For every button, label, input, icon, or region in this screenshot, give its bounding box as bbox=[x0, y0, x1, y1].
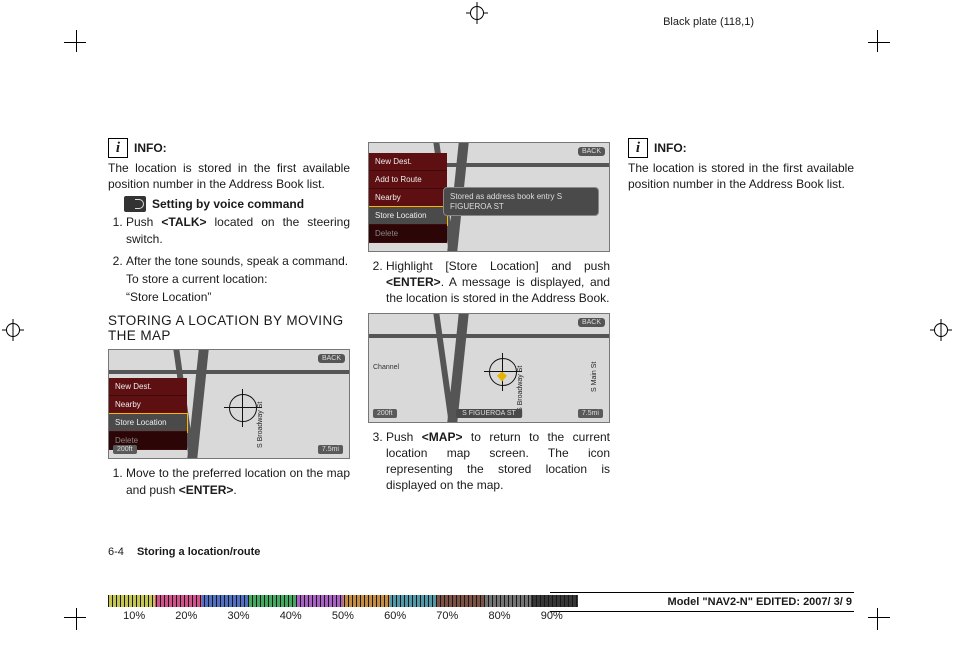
print-percent-ruler: 10% 20% 30% 40% 50% 60% 70% 80% 90% bbox=[108, 595, 578, 622]
map-distance: 7.5mi bbox=[578, 409, 603, 418]
nav-screenshot-result: BACK Channel S Broadway St S Main St S F… bbox=[368, 313, 610, 423]
footer-left: 6-4 Storing a location/route bbox=[108, 546, 260, 558]
map-steps-c: Push <MAP> to return to the current loca… bbox=[368, 429, 610, 494]
map-steps-a: Move to the preferred location on the ma… bbox=[108, 465, 350, 497]
ink-density-bar bbox=[108, 595, 578, 607]
section-title-store-by-map: STORING A LOCATION BY MOVING THE MAP bbox=[108, 313, 350, 343]
info-text: The location is stored in the first avai… bbox=[108, 160, 350, 192]
nav-menu-item: New Dest. bbox=[109, 378, 187, 396]
crosshair-icon bbox=[229, 394, 257, 422]
percent-ticks: 10% 20% 30% 40% 50% 60% 70% 80% 90% bbox=[108, 610, 578, 622]
info-label: INFO: bbox=[654, 141, 687, 155]
street-banner: S FIGUEROA ST bbox=[456, 409, 522, 418]
pct-tick: 80% bbox=[473, 610, 525, 622]
pct-tick: 90% bbox=[526, 610, 578, 622]
voice-step-2-sub-a: To store a current location: bbox=[126, 271, 350, 287]
pct-tick: 60% bbox=[369, 610, 421, 622]
step-text: . bbox=[233, 483, 236, 497]
page-number: 6-4 bbox=[108, 546, 124, 558]
map-step-3: Push <MAP> to return to the current loca… bbox=[386, 429, 610, 494]
crop-mark bbox=[76, 30, 77, 52]
chapter-title: Storing a location/route bbox=[137, 546, 260, 558]
pct-tick: 50% bbox=[317, 610, 369, 622]
crosshair-icon bbox=[489, 358, 517, 386]
crop-mark bbox=[64, 42, 86, 43]
step-text: After the tone sounds, speak a command. bbox=[126, 254, 348, 268]
step-text: Push bbox=[386, 430, 422, 444]
toast-line-2: FIGUEROA ST bbox=[450, 202, 592, 212]
nav-context-menu: New Dest. Add to Route Nearby Store Loca… bbox=[369, 153, 447, 243]
nav-menu-item: New Dest. bbox=[369, 153, 447, 171]
voice-command-title: Setting by voice command bbox=[152, 197, 304, 211]
nav-menu-item: Delete bbox=[369, 225, 447, 243]
step-text: Highlight [Store Location] and push bbox=[386, 259, 610, 273]
pct-tick: 20% bbox=[160, 610, 212, 622]
nav-menu-item-selected: Store Location bbox=[369, 207, 447, 225]
step-text: Push bbox=[126, 215, 161, 229]
street-label: S Main St bbox=[591, 361, 598, 391]
info-label: INFO: bbox=[134, 141, 167, 155]
button-ref-talk: <TALK> bbox=[161, 215, 206, 229]
crop-mark bbox=[877, 30, 878, 52]
pct-tick: 70% bbox=[421, 610, 473, 622]
nav-context-menu: New Dest. Nearby Store Location Delete bbox=[109, 378, 187, 450]
button-ref-map: <MAP> bbox=[422, 430, 463, 444]
column-2: BACK New Dest. Add to Route Nearby Store… bbox=[368, 138, 610, 504]
toast-line-1: Stored as address book entry S bbox=[450, 192, 592, 202]
footer-right: Model "NAV2-N" EDITED: 2007/ 3/ 9 bbox=[550, 592, 854, 612]
back-badge: BACK bbox=[578, 318, 605, 327]
edited-date: EDITED: 2007/ 3/ 9 bbox=[753, 596, 852, 608]
stored-toast: Stored as address book entry S FIGUEROA … bbox=[443, 187, 599, 216]
voice-command-icon bbox=[124, 196, 146, 212]
crop-mark bbox=[868, 617, 890, 618]
nav-screenshot-menu: BACK New Dest. Nearby Store Location Del… bbox=[108, 349, 350, 459]
nav-menu-item: Nearby bbox=[109, 396, 187, 414]
registration-mark-icon bbox=[930, 319, 952, 341]
street-label: S Broadway St bbox=[257, 402, 264, 448]
registration-mark-icon bbox=[466, 2, 488, 24]
voice-step-1: Push <TALK> located on the steering swit… bbox=[126, 214, 350, 246]
column-1: i INFO: The location is stored in the fi… bbox=[108, 138, 350, 504]
crop-mark bbox=[877, 608, 878, 630]
map-step-2: Highlight [Store Location] and push <ENT… bbox=[386, 258, 610, 307]
voice-command-heading: Setting by voice command bbox=[124, 196, 350, 212]
black-plate-tag: Black plate (118,1) bbox=[663, 16, 754, 28]
info-text: The location is stored in the first avai… bbox=[628, 160, 854, 192]
model-name: NAV2-N bbox=[708, 596, 748, 608]
page: Black plate (118,1) i INFO: The location… bbox=[0, 0, 954, 660]
back-badge: BACK bbox=[318, 354, 345, 363]
map-scale: 200ft bbox=[113, 445, 137, 454]
pct-tick: 10% bbox=[108, 610, 160, 622]
crop-mark bbox=[868, 42, 890, 43]
nav-menu-item: Add to Route bbox=[369, 171, 447, 189]
info-icon: i bbox=[628, 138, 648, 158]
info-heading: i INFO: bbox=[628, 138, 854, 158]
crop-mark bbox=[76, 608, 77, 630]
street-label: S Broadway St bbox=[517, 365, 524, 411]
button-ref-enter: <ENTER> bbox=[179, 483, 234, 497]
step-text: Move to the preferred location on the ma… bbox=[126, 466, 350, 496]
map-step-1: Move to the preferred location on the ma… bbox=[126, 465, 350, 497]
info-icon: i bbox=[108, 138, 128, 158]
pct-tick: 40% bbox=[265, 610, 317, 622]
map-steps-b: Highlight [Store Location] and push <ENT… bbox=[368, 258, 610, 307]
back-badge: BACK bbox=[578, 147, 605, 156]
nav-menu-item: Nearby bbox=[369, 189, 447, 207]
column-3: i INFO: The location is stored in the fi… bbox=[628, 138, 854, 504]
button-ref-enter: <ENTER> bbox=[386, 275, 441, 289]
nav-menu-item-selected: Store Location bbox=[109, 414, 187, 432]
nav-screenshot-toast: BACK New Dest. Add to Route Nearby Store… bbox=[368, 142, 610, 252]
voice-step-2-sub-b: “Store Location” bbox=[126, 289, 350, 305]
crop-mark bbox=[64, 617, 86, 618]
registration-mark-icon bbox=[2, 319, 24, 341]
map-distance: 7.5mi bbox=[318, 445, 343, 454]
content-columns: i INFO: The location is stored in the fi… bbox=[108, 138, 854, 504]
model-prefix: Model bbox=[668, 596, 703, 608]
voice-step-2: After the tone sounds, speak a command. … bbox=[126, 253, 350, 306]
info-heading: i INFO: bbox=[108, 138, 350, 158]
channel-label: Channel bbox=[373, 364, 399, 371]
map-scale: 200ft bbox=[373, 409, 397, 418]
voice-steps: Push <TALK> located on the steering swit… bbox=[108, 214, 350, 305]
pct-tick: 30% bbox=[212, 610, 264, 622]
